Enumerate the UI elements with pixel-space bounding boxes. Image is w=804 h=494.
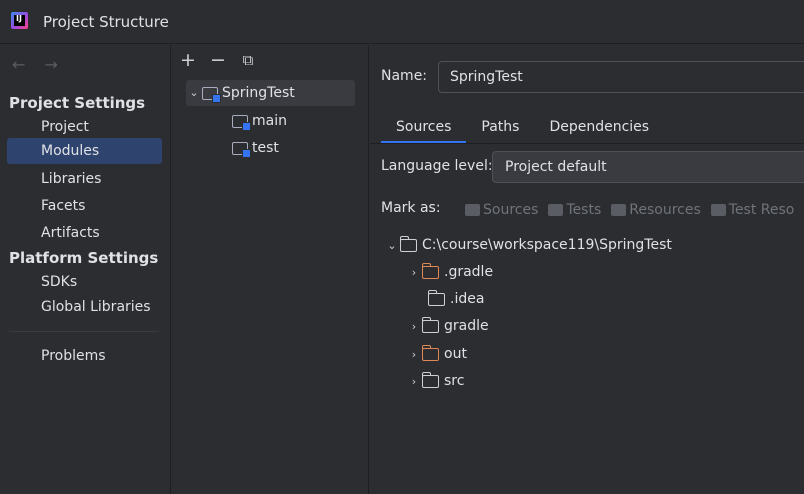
module-tree-child-main[interactable]: main [232, 108, 287, 134]
content-root-path: C:\course\workspace119\SpringTest [422, 237, 672, 253]
content-root-row[interactable]: ⌄ C:\course\workspace119\SpringTest [384, 232, 672, 259]
copy-module-button[interactable]: ⧉ [238, 49, 258, 71]
add-module-button[interactable]: + [178, 49, 198, 71]
module-folder-icon [202, 86, 221, 103]
folder-name: src [444, 373, 465, 389]
nav-arrows: ← → [12, 55, 72, 74]
tree-item-idea[interactable]: .idea [427, 286, 485, 313]
remove-module-button[interactable]: − [208, 49, 228, 71]
language-level-select[interactable]: Project default [492, 151, 804, 183]
folder-icon [465, 204, 480, 216]
mark-as-label: Mark as: [381, 200, 441, 216]
module-folder-icon [232, 141, 251, 158]
folder-icon [399, 236, 417, 252]
chevron-right-icon[interactable]: › [406, 368, 422, 395]
folder-icon [710, 204, 726, 216]
tab-sources[interactable]: Sources [381, 111, 467, 143]
module-name-label: SpringTest [222, 85, 295, 101]
module-tabs: Sources Paths Dependencies [381, 111, 664, 143]
settings-sidebar: ← → Project Settings Project Modules Lib… [0, 45, 171, 494]
sidebar-item-project[interactable]: Project [7, 114, 162, 140]
mark-as-sources-button[interactable]: Sources [465, 202, 538, 218]
tabs-divider [370, 143, 804, 144]
project-settings-heading: Project Settings [9, 94, 146, 112]
module-name-label: test [252, 140, 279, 156]
folder-name: .gradle [444, 264, 494, 280]
module-name-input[interactable]: SpringTest [438, 61, 804, 93]
sidebar-item-artifacts[interactable]: Artifacts [7, 220, 162, 246]
intellij-logo-icon: IJ [11, 12, 28, 29]
module-tree-child-test[interactable]: test [232, 135, 279, 161]
title-bar: IJ Project Structure [0, 0, 804, 44]
modules-panel: + − ⧉ ⌄ SpringTest main test [172, 45, 369, 494]
folder-icon [611, 204, 627, 216]
chevron-right-icon[interactable]: › [406, 259, 422, 286]
language-level-label: Language level: [381, 158, 493, 174]
excluded-folder-icon [421, 263, 439, 279]
folder-name: out [444, 346, 467, 362]
tab-paths[interactable]: Paths [466, 111, 534, 143]
back-arrow-icon[interactable]: ← [12, 55, 25, 74]
module-tree-root[interactable]: ⌄ SpringTest [186, 80, 355, 106]
folder-name: gradle [444, 318, 489, 334]
chevron-right-icon[interactable]: › [406, 341, 422, 368]
folder-icon [421, 317, 439, 333]
module-details-panel: Name: SpringTest Sources Paths Dependenc… [370, 45, 804, 494]
sidebar-item-facets[interactable]: Facets [7, 193, 162, 219]
tab-dependencies[interactable]: Dependencies [534, 111, 664, 143]
sidebar-item-global-libraries[interactable]: Global Libraries [7, 294, 162, 320]
tree-item-gradle[interactable]: › gradle [406, 313, 489, 340]
mark-as-test-resources-button[interactable]: Test Reso [710, 202, 794, 218]
module-name-label: main [252, 113, 287, 129]
tree-item-out[interactable]: › out [406, 341, 467, 368]
chevron-down-icon[interactable]: ⌄ [186, 80, 202, 106]
platform-settings-heading: Platform Settings [9, 249, 159, 267]
modules-toolbar: + − ⧉ [178, 49, 258, 71]
chevron-right-icon[interactable]: › [406, 313, 422, 340]
folder-name: .idea [450, 291, 485, 307]
sidebar-item-modules[interactable]: Modules [7, 138, 162, 164]
mark-as-buttons: Sources Tests Resources Test Reso [465, 202, 794, 218]
sidebar-item-libraries[interactable]: Libraries [7, 166, 162, 192]
folder-icon [548, 204, 564, 216]
excluded-folder-icon [421, 345, 439, 361]
mark-as-resources-button[interactable]: Resources [611, 202, 701, 218]
tree-item-src[interactable]: › src [406, 368, 464, 395]
sidebar-item-problems[interactable]: Problems [7, 343, 162, 369]
chevron-down-icon[interactable]: ⌄ [384, 232, 400, 259]
folder-icon [421, 372, 439, 388]
window-title: Project Structure [43, 13, 169, 31]
mark-as-tests-button[interactable]: Tests [548, 202, 601, 218]
sidebar-divider [9, 331, 159, 332]
forward-arrow-icon[interactable]: → [45, 55, 58, 74]
module-folder-icon [232, 114, 251, 131]
folder-icon [427, 290, 445, 306]
tree-item-gradle-cache[interactable]: › .gradle [406, 259, 493, 286]
name-label: Name: [381, 68, 428, 84]
sidebar-item-sdks[interactable]: SDKs [7, 269, 162, 295]
